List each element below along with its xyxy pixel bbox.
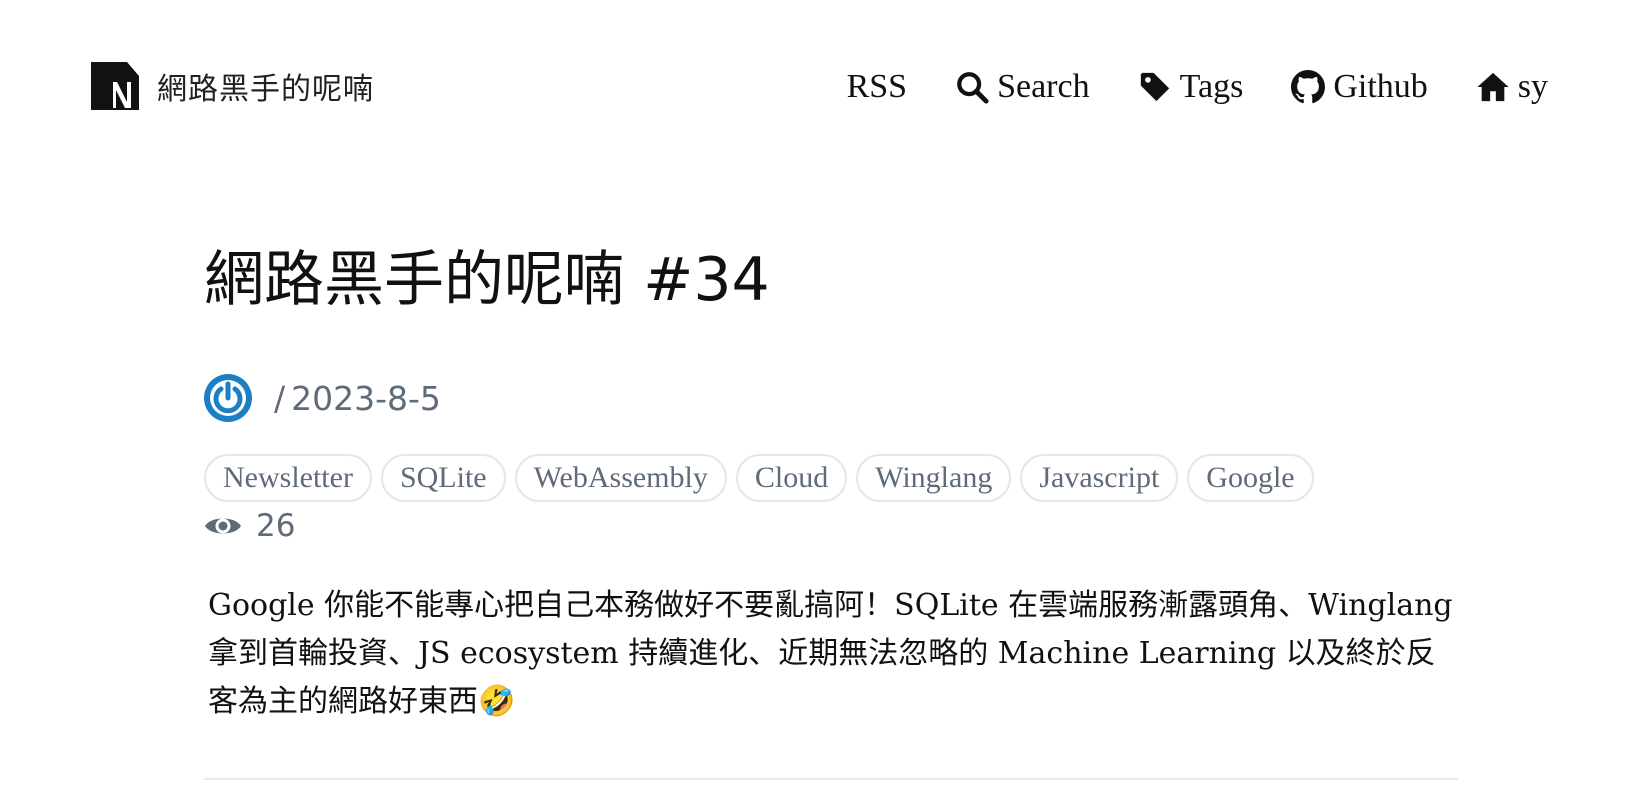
nav-tags-label: Tags (1179, 68, 1244, 105)
main-nav: RSS Search Tags Github sy (847, 62, 1548, 112)
tag-javascript[interactable]: Javascript (1020, 454, 1179, 502)
nav-rss[interactable]: RSS (847, 68, 908, 106)
eye-icon (205, 518, 241, 534)
author-avatar-power-icon[interactable] (204, 374, 252, 422)
tag-winglang[interactable]: Winglang (856, 454, 1012, 502)
post-date: 2023-8-5 (291, 378, 441, 418)
nav-github[interactable]: Github (1291, 68, 1428, 106)
tag-google[interactable]: Google (1187, 454, 1314, 502)
brand-link[interactable]: 網路黑手的呢喃 (91, 62, 374, 110)
site-header: 網路黑手的呢喃 RSS Search Tags Github sy (0, 0, 1638, 170)
nav-home-label: sy (1517, 68, 1548, 105)
home-icon (1476, 70, 1510, 104)
post-title: 網路黑手的呢喃 #34 (204, 245, 770, 315)
nav-search-label: Search (997, 68, 1090, 105)
github-icon (1291, 70, 1326, 104)
post-summary: Google 你能不能專心把自己本務做好不要亂搞阿！SQLite 在雲端服務漸露… (208, 588, 1453, 719)
tag-sqlite[interactable]: SQLite (380, 454, 506, 502)
views-count: 26 (256, 508, 296, 544)
post-date-wrap: /2023-8-5 (274, 379, 441, 418)
brand-name: 網路黑手的呢喃 (157, 72, 374, 107)
tag-newsletter[interactable]: Newsletter (204, 454, 372, 502)
nav-tags[interactable]: Tags (1138, 68, 1244, 106)
tag-cloud[interactable]: Cloud (735, 454, 848, 502)
nav-home[interactable]: sy (1476, 68, 1548, 106)
nav-rss-label: RSS (846, 68, 908, 105)
tag-list: Newsletter SQLite WebAssembly Cloud Wing… (204, 454, 1458, 502)
date-separator: / (274, 378, 286, 418)
article: 網路黑手的呢喃 #34 /2023-8-5 Newsletter SQLite … (204, 240, 1458, 726)
search-icon (955, 70, 989, 104)
post-meta: /2023-8-5 (204, 372, 1458, 424)
tag-webassembly[interactable]: WebAssembly (514, 454, 727, 502)
tag-icon (1138, 70, 1172, 104)
content-divider (204, 778, 1458, 780)
nav-search[interactable]: Search (955, 68, 1090, 106)
site-logo-icon (91, 62, 139, 110)
nav-github-label: Github (1333, 68, 1428, 105)
view-counter: 26 (204, 504, 1458, 548)
